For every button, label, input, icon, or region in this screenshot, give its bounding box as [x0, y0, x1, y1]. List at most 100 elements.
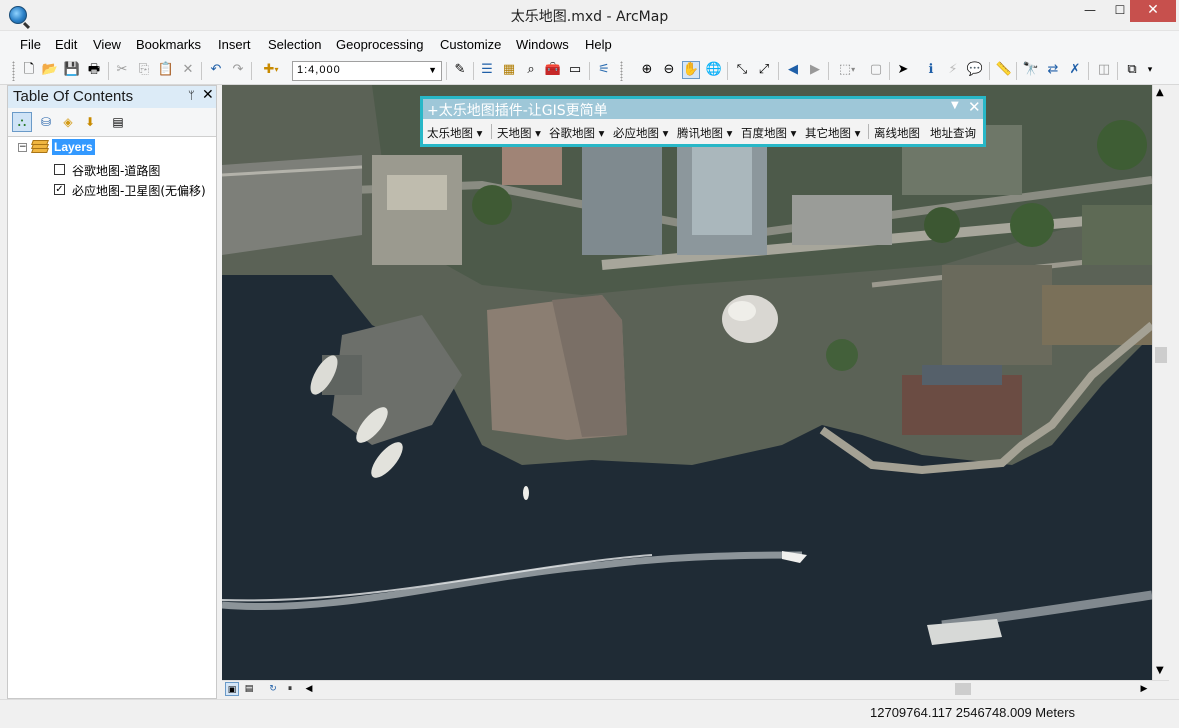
html-popup-icon[interactable]: 💬: [966, 61, 984, 79]
save-icon[interactable]: 💾: [63, 61, 81, 79]
arctoolbox-icon[interactable]: 🧰: [544, 61, 562, 79]
catalog-icon[interactable]: ▦: [500, 61, 518, 79]
list-by-selection-icon[interactable]: ⬇: [80, 112, 100, 132]
layer-visibility-checkbox[interactable]: ✓: [54, 184, 65, 195]
identify-icon[interactable]: ℹ: [922, 61, 940, 79]
back-extent-icon[interactable]: ◀: [784, 61, 802, 79]
clear-selection-icon[interactable]: ▢: [867, 61, 885, 79]
menu-windows[interactable]: Windows: [516, 37, 569, 52]
plugin-menu-taile-map[interactable]: 太乐地图 ▾: [427, 125, 482, 141]
toolbar-overflow-chevron-icon[interactable]: ▾: [1145, 61, 1155, 79]
full-extent-globe-icon[interactable]: 🌐: [705, 61, 723, 79]
horizontal-scrollbar-thumb[interactable]: [955, 683, 971, 695]
hyperlink-icon[interactable]: ⚡: [944, 61, 962, 79]
create-viewer-icon[interactable]: ⧉: [1123, 61, 1141, 79]
menu-geoprocessing[interactable]: Geoprocessing: [336, 37, 423, 52]
copy-icon[interactable]: ⎘: [135, 61, 153, 79]
toolbar-separator: [251, 62, 252, 80]
cursor-coordinates: 12709764.117 2546748.009 Meters: [870, 705, 1076, 720]
plugin-menu-address-search[interactable]: 地址查询: [930, 125, 976, 141]
cut-icon[interactable]: ✂: [113, 61, 131, 79]
toolbar-separator: [589, 62, 590, 80]
plugin-menu-other-map[interactable]: 其它地图 ▾: [805, 125, 860, 141]
auto-hide-pin-icon[interactable]: ᛘ: [188, 89, 195, 102]
find-binoculars-icon[interactable]: 🔭: [1022, 61, 1040, 79]
pause-drawing-icon[interactable]: ⏸: [283, 682, 297, 696]
menu-customize[interactable]: Customize: [440, 37, 501, 52]
plugin-close-icon[interactable]: ✕: [968, 98, 981, 116]
new-document-icon[interactable]: 🗋: [20, 61, 38, 79]
zoom-in-icon[interactable]: ⊕: [638, 61, 656, 79]
list-by-drawing-order-icon[interactable]: ⛬: [12, 112, 32, 132]
time-slider-icon[interactable]: ◫: [1095, 61, 1113, 79]
toc-options-icon[interactable]: ▤: [108, 112, 128, 132]
select-features-icon[interactable]: ⬚ ▾: [834, 61, 860, 79]
scroll-up-icon[interactable]: ▲: [1156, 87, 1164, 98]
data-view-icon[interactable]: ▣: [225, 682, 239, 696]
plugin-menu-offline-map[interactable]: 离线地图: [874, 125, 920, 141]
select-elements-icon[interactable]: ➤: [894, 61, 912, 79]
layer-label[interactable]: 谷歌地图-道路图: [72, 162, 160, 179]
toolbar-grip[interactable]: [620, 61, 623, 81]
paste-icon[interactable]: 📋: [157, 61, 175, 79]
python-window-icon[interactable]: ▭: [566, 61, 584, 79]
plugin-separator: [491, 124, 492, 139]
add-data-icon[interactable]: ✚ ▾: [258, 61, 284, 79]
data-frame-layers[interactable]: Layers: [52, 139, 95, 155]
scrollbar-thumb[interactable]: [1155, 347, 1167, 363]
chevron-down-icon[interactable]: ▼: [951, 100, 959, 111]
plugin-menu-google-map[interactable]: 谷歌地图 ▾: [549, 125, 604, 141]
scroll-left-icon[interactable]: ◀: [302, 682, 316, 696]
undo-icon[interactable]: ↶: [207, 61, 225, 79]
minimize-button[interactable]: —: [1074, 0, 1106, 22]
forward-extent-icon[interactable]: ▶: [806, 61, 824, 79]
delete-icon[interactable]: ✕: [179, 61, 197, 79]
open-folder-icon[interactable]: 📂: [41, 61, 59, 79]
menu-selection[interactable]: Selection: [268, 37, 321, 52]
menu-insert[interactable]: Insert: [218, 37, 251, 52]
search-window-icon[interactable]: ⌕: [522, 61, 540, 79]
pan-hand-icon[interactable]: ✋: [682, 61, 700, 79]
find-route-icon[interactable]: ⇄: [1044, 61, 1062, 79]
map-display[interactable]: [222, 85, 1152, 680]
go-to-xy-icon[interactable]: ✗: [1066, 61, 1084, 79]
fixed-zoom-out-icon[interactable]: ⤢: [755, 61, 773, 79]
scroll-right-icon[interactable]: ▶: [1137, 682, 1151, 696]
menu-file[interactable]: File: [20, 37, 41, 52]
menu-bookmarks[interactable]: Bookmarks: [136, 37, 201, 52]
table-of-contents-panel: Table Of Contents ᛘ ✕ ⛬ ⛁ ◈ ⬇ ▤ − Layers…: [7, 85, 217, 699]
model-builder-icon[interactable]: ⚟: [595, 61, 613, 79]
plugin-title-bar[interactable]: +太乐地图插件-让GIS更简单 ▼ ✕: [423, 98, 983, 119]
plugin-menu-baidu-map[interactable]: 百度地图 ▾: [741, 125, 796, 141]
menu-help[interactable]: Help: [585, 37, 612, 52]
collapse-toggle-icon[interactable]: −: [18, 143, 27, 152]
refresh-icon[interactable]: ↻: [266, 682, 280, 696]
map-vertical-scrollbar[interactable]: ▲ ▼: [1152, 85, 1169, 680]
list-by-visibility-icon[interactable]: ◈: [58, 112, 78, 132]
zoom-out-icon[interactable]: ⊖: [660, 61, 678, 79]
editor-toolbar-icon[interactable]: ✎: [451, 61, 469, 79]
plugin-separator: [868, 124, 869, 139]
status-bar: 12709764.117 2546748.009 Meters: [0, 699, 1179, 728]
menu-bar: File Edit View Bookmarks Insert Selectio…: [0, 31, 1179, 57]
standard-toolbar: 🗋 📂 💾 🖶 ✂ ⎘ 📋 ✕ ↶ ↷ ✚ ▾ 1:4,000 ▼ ✎ ☰ ▦ ⌕…: [0, 57, 1179, 85]
table-of-contents-icon[interactable]: ☰: [478, 61, 496, 79]
plugin-menu-tencent-map[interactable]: 腾讯地图 ▾: [677, 125, 732, 141]
map-scale-select[interactable]: 1:4,000 ▼: [292, 61, 442, 81]
layer-label[interactable]: 必应地图-卫星图(无偏移): [72, 182, 206, 199]
scroll-down-icon[interactable]: ▼: [1156, 665, 1164, 676]
menu-edit[interactable]: Edit: [55, 37, 77, 52]
plugin-menu-tianditu[interactable]: 天地图 ▾: [497, 125, 541, 141]
print-icon[interactable]: 🖶: [85, 61, 103, 79]
menu-view[interactable]: View: [93, 37, 121, 52]
layer-visibility-checkbox[interactable]: [54, 164, 65, 175]
measure-icon[interactable]: 📏: [995, 61, 1013, 79]
fixed-zoom-in-icon[interactable]: ⤡: [733, 61, 751, 79]
plugin-menu-bing-map[interactable]: 必应地图 ▾: [613, 125, 668, 141]
toolbar-grip[interactable]: [12, 61, 15, 81]
close-button[interactable]: ✕: [1130, 0, 1176, 22]
redo-icon[interactable]: ↷: [229, 61, 247, 79]
layout-view-icon[interactable]: ▤: [242, 682, 256, 696]
list-by-source-icon[interactable]: ⛁: [36, 112, 56, 132]
toc-close-icon[interactable]: ✕: [202, 87, 214, 103]
